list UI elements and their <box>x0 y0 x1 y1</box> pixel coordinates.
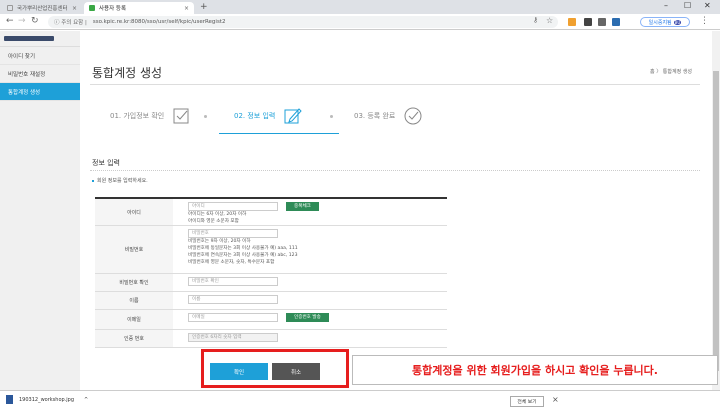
tab-title: 국가뿌리산업진흥센터 <box>17 6 68 12</box>
divider <box>90 170 700 171</box>
forward-icon[interactable]: → <box>18 16 26 26</box>
form-row-auth: 인증 번호 인증번호 6자리 숫자 입력 <box>95 330 447 348</box>
minimize-icon[interactable]: – <box>664 1 668 10</box>
sync-paused-button[interactable]: 일시중지됨 BU <box>640 17 690 27</box>
sidebar-item-find-id[interactable]: 아이디 찾기 <box>0 47 80 65</box>
password-input[interactable]: 비밀번호 <box>188 229 278 238</box>
extension-icon[interactable] <box>612 18 620 26</box>
send-code-button[interactable]: 인증번호 발송 <box>286 313 329 322</box>
step-label: 01. 가입정보 확인 <box>110 112 165 120</box>
hint-text: 아이디와 영문 소문자 포함 <box>188 219 239 224</box>
scrollbar-thumb[interactable] <box>713 71 719 371</box>
duplicate-check-button[interactable]: 중복체크 <box>286 202 319 211</box>
main-content: 통합계정 생성 홈 〉 통합계정 생성 01. 가입정보 확인 02. 정보 입… <box>80 31 712 390</box>
edit-icon <box>284 108 303 124</box>
back-icon[interactable]: ← <box>6 16 14 26</box>
hint-text: 아이디는 6자 이상, 20자 이하 <box>188 212 247 217</box>
window-close-icon[interactable]: ✕ <box>704 1 711 10</box>
step-1: 01. 가입정보 확인 <box>110 106 192 126</box>
form-row-email: 이메일 이메일 인증번호 발송 <box>95 310 447 330</box>
confirm-button[interactable]: 확인 <box>210 363 268 380</box>
password-confirm-input[interactable]: 비밀번호 확인 <box>188 277 278 286</box>
field-label: 아이디 <box>95 199 173 225</box>
avatar: BU <box>673 19 682 25</box>
key-icon[interactable]: ⚷ <box>533 16 538 24</box>
browser-tab-bar: 국가뿌리산업진흥센터 × 사용자 등록 × + – ☐ ✕ <box>0 0 720 14</box>
extension-icon[interactable] <box>598 18 606 26</box>
close-icon[interactable]: × <box>552 395 559 404</box>
name-input[interactable]: 이름 <box>188 295 278 304</box>
hint-text: 비밀번호에 동일문자는 3회 이상 사용불가 예) aaa, 111 <box>188 246 298 251</box>
security-warning[interactable]: ⓘ 주의 요함 | <box>54 18 87 26</box>
checkbox-icon <box>173 108 189 124</box>
email-input[interactable]: 이메일 <box>188 313 278 322</box>
field-label: 이메일 <box>95 310 173 329</box>
page-title: 통합계정 생성 <box>92 66 163 80</box>
tab-title: 사용자 등록 <box>99 6 127 12</box>
field-label: 인증 번호 <box>95 330 173 347</box>
current-step-indicator <box>219 133 339 134</box>
check-circle-icon <box>404 107 422 125</box>
url-field[interactable]: ⓘ 주의 요함 | sso.kpic.re.kr:8080/sso/usr/se… <box>48 16 558 28</box>
sidebar-item-reset-password[interactable]: 비밀번호 재설정 <box>0 65 80 83</box>
download-bar: 190312_workshop.jpg ^ 전체 보기 × <box>0 390 720 411</box>
menu-icon[interactable]: ⋮ <box>700 16 709 26</box>
section-note: 회원 정보를 입력하세요. <box>92 177 148 184</box>
close-icon[interactable]: × <box>184 5 189 12</box>
reload-icon[interactable]: ↻ <box>31 16 39 26</box>
extension-icon[interactable] <box>584 18 592 26</box>
download-filename: 190312_workshop.jpg <box>19 396 75 403</box>
chevron-up-icon[interactable]: ^ <box>84 397 88 403</box>
breadcrumb: 홈 〉 통합계정 생성 <box>650 69 692 75</box>
file-icon <box>6 395 13 404</box>
registration-form: 아이디 아이디 중복체크 아이디는 6자 이상, 20자 이하 아이디와 영문 소… <box>95 197 447 348</box>
tab-user-register[interactable]: 사용자 등록 × <box>84 2 194 14</box>
scrollbar[interactable] <box>712 31 720 390</box>
field-label: 이름 <box>95 292 173 309</box>
site-favicon-icon <box>89 5 95 11</box>
page-icon <box>7 5 13 11</box>
hint-text: 비밀번호는 9자 이상, 20자 이하 <box>188 239 251 244</box>
address-bar-row: ← → ↻ ⓘ 주의 요함 | sso.kpic.re.kr:8080/sso/… <box>0 14 720 30</box>
cancel-button[interactable]: 취소 <box>272 363 320 380</box>
form-row-name: 이름 이름 <box>95 292 447 310</box>
extension-icon[interactable] <box>568 18 576 26</box>
url-text: sso.kpic.re.kr:8080/sso/usr/self/kpic/us… <box>92 19 226 25</box>
sidebar-item-create-account[interactable]: 통합계정 생성 <box>0 83 80 101</box>
show-all-button[interactable]: 전체 보기 <box>510 396 544 407</box>
hint-text: 비밀번호에 영문 소문자, 숫자, 특수문자 포함 <box>188 260 275 265</box>
tab-root-industry[interactable]: 국가뿌리산업진흥센터 × <box>2 2 82 14</box>
close-icon[interactable]: × <box>72 5 77 12</box>
step-label: 02. 정보 입력 <box>234 112 276 120</box>
field-label: 비밀번호 <box>95 226 173 273</box>
id-input[interactable]: 아이디 <box>188 202 278 211</box>
sidebar: 아이디 찾기 비밀번호 재설정 통합계정 생성 <box>0 31 80 390</box>
hint-text: 비밀번호에 연속문자는 3회 이상 사용불가 예) abc, 123 <box>188 253 298 258</box>
new-tab-icon[interactable]: + <box>200 2 208 12</box>
field-label: 비밀번호 확인 <box>95 274 173 291</box>
step-separator <box>204 115 207 118</box>
section-title: 정보 입력 <box>92 159 120 167</box>
maximize-icon[interactable]: ☐ <box>684 1 691 10</box>
step-separator <box>330 115 333 118</box>
step-3: 03. 등록 완료 <box>354 106 423 126</box>
form-row-password: 비밀번호 비밀번호 비밀번호는 9자 이상, 20자 이하 비밀번호에 동일문자… <box>95 226 447 274</box>
star-icon[interactable]: ☆ <box>546 16 553 25</box>
step-2: 02. 정보 입력 <box>234 106 303 126</box>
divider <box>90 84 700 85</box>
step-label: 03. 등록 완료 <box>354 112 396 120</box>
site-logo[interactable] <box>0 31 80 47</box>
form-row-id: 아이디 아이디 중복체크 아이디는 6자 이상, 20자 이하 아이디와 영문 소… <box>95 199 447 226</box>
auth-code-input[interactable]: 인증번호 6자리 숫자 입력 <box>188 333 278 342</box>
download-item[interactable]: 190312_workshop.jpg ^ <box>6 395 88 404</box>
form-row-password-confirm: 비밀번호 확인 비밀번호 확인 <box>95 274 447 292</box>
annotation-callout: 통합계정을 위한 회원가입을 하시고 확인을 누릅니다. <box>352 355 718 385</box>
